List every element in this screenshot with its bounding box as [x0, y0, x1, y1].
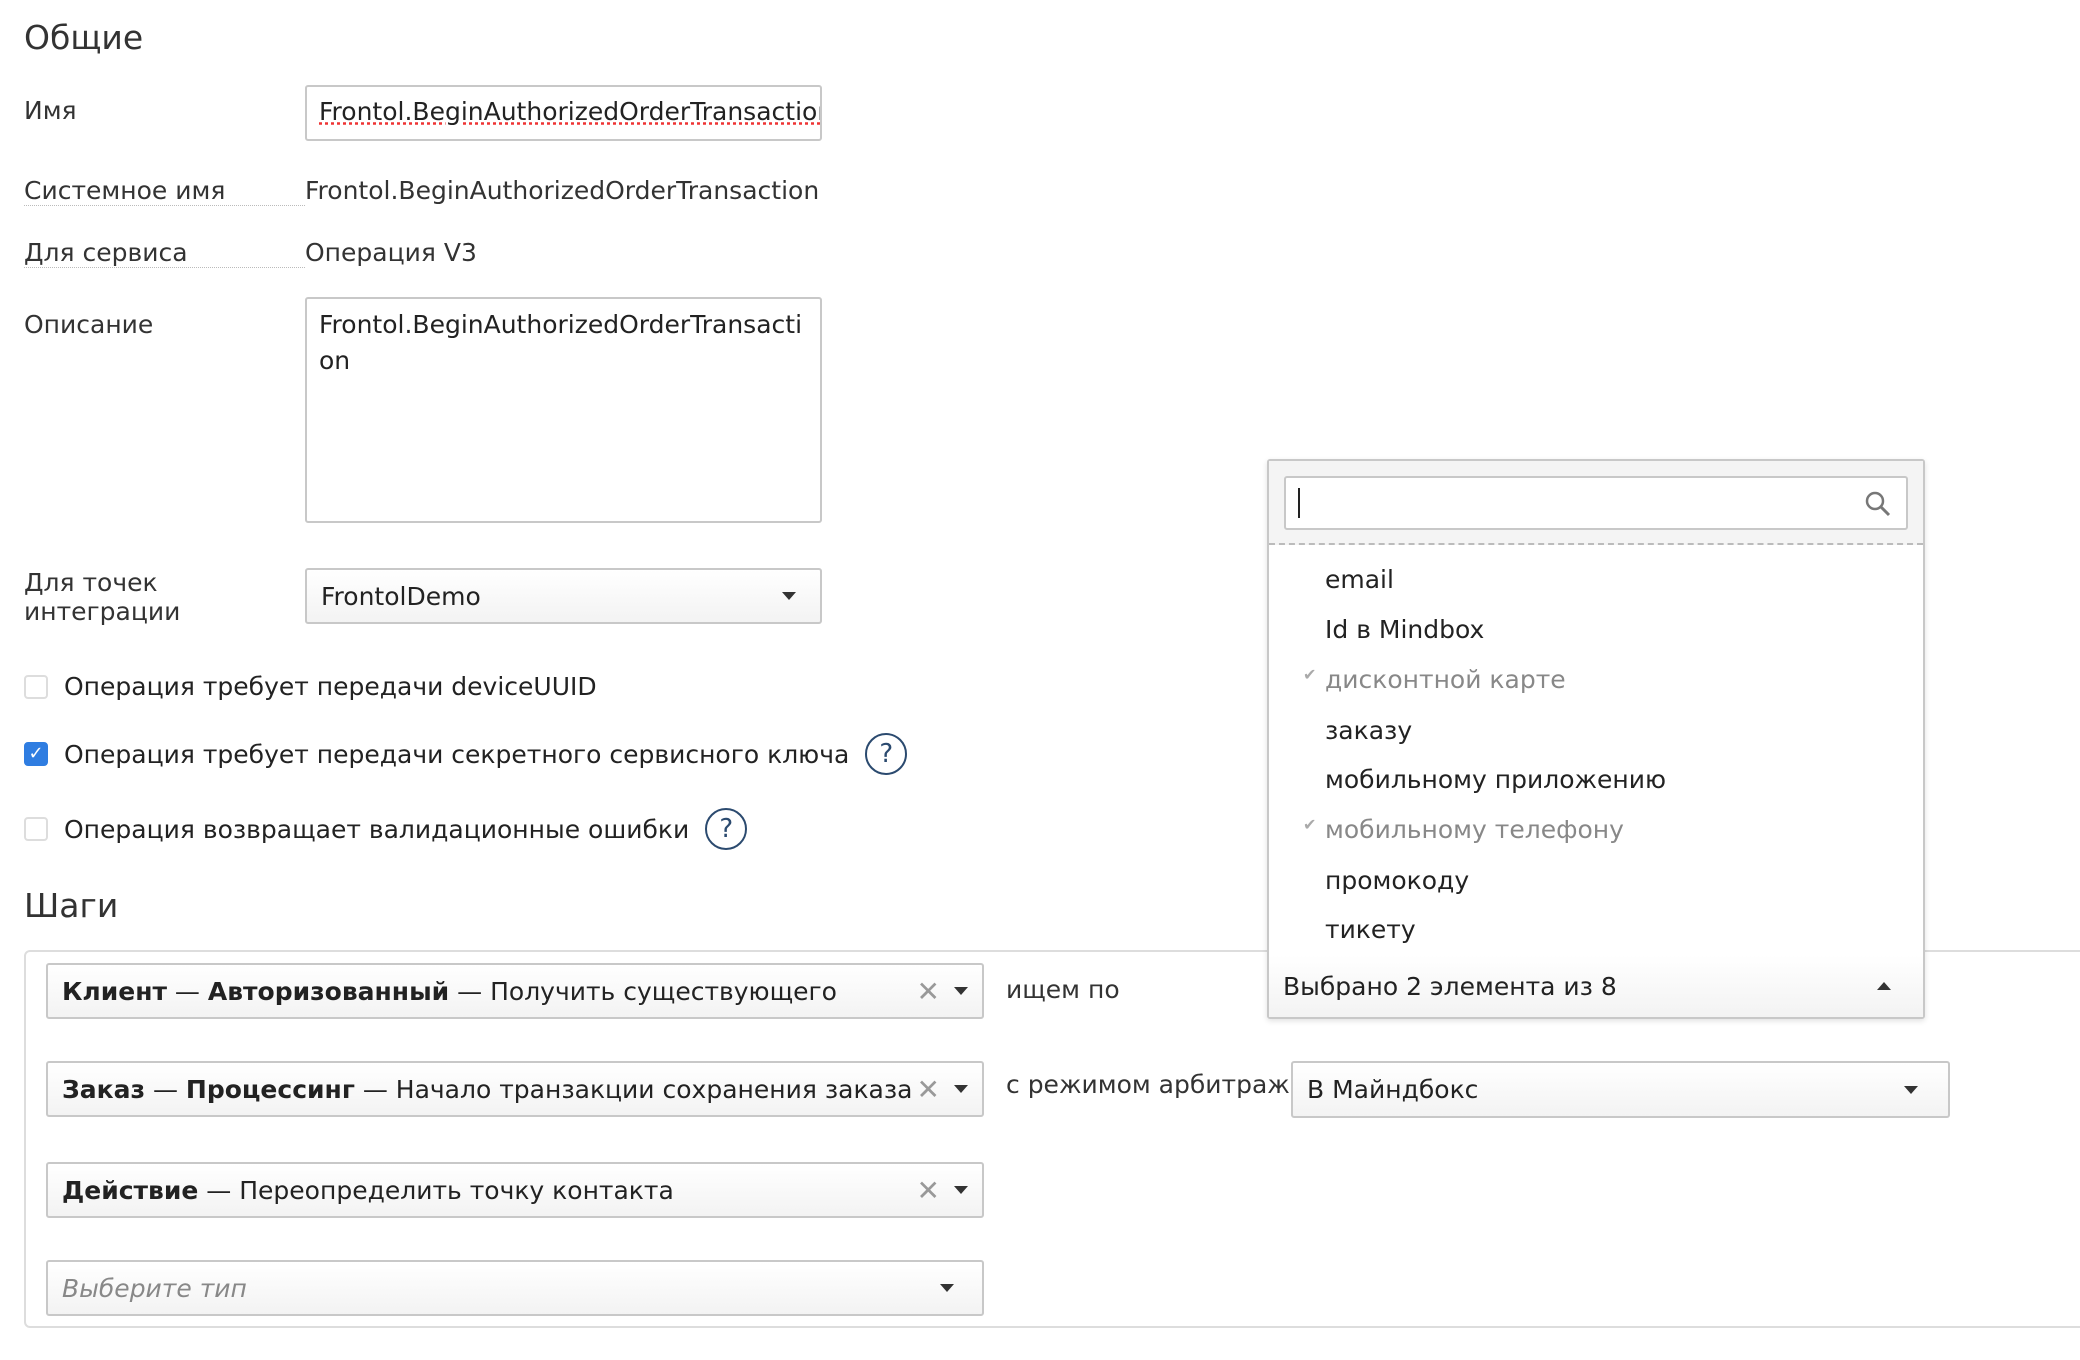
description-label: Описание [24, 310, 154, 339]
check-icon: ✔ [1303, 665, 1317, 684]
service-label-text: Для сервиса [24, 238, 188, 267]
checkbox-device-uuid[interactable]: Операция требует передачи deviceUUID [24, 672, 597, 701]
dropdown-options: email Id в Mindbox ✔ дисконтной карте зак… [1269, 545, 1923, 945]
option-mobile-app[interactable]: мобильному приложению [1325, 765, 1666, 794]
service-label: Для сервиса [24, 238, 305, 268]
option-mindbox-id[interactable]: Id в Mindbox [1325, 615, 1484, 644]
chevron-down-icon [782, 592, 796, 600]
checkbox-checked[interactable]: ✓ [24, 742, 48, 766]
option-ticket[interactable]: тикету [1325, 915, 1416, 944]
dropdown-summary: Выбрано 2 элемента из 8 [1283, 971, 1617, 1001]
integration-select[interactable]: FrontolDemo [305, 568, 822, 624]
clear-icon[interactable]: ✕ [917, 1174, 940, 1207]
integration-label: Для точек интеграции [24, 568, 181, 626]
checkbox[interactable] [24, 674, 48, 699]
checkbox-label: Операция требует передачи секретного сер… [64, 739, 850, 769]
chevron-down-icon [940, 1284, 954, 1292]
step-value: Действие — Переопределить точку контакта [62, 1175, 674, 1205]
option-mobile-phone[interactable]: ✔ мобильному телефону [1303, 815, 1624, 844]
section-title-steps: Шаги [24, 886, 119, 925]
help-icon[interactable]: ? [705, 808, 748, 850]
section-title-general: Общие [24, 18, 144, 57]
option-email[interactable]: email [1325, 565, 1394, 594]
arbitration-label: с режимом арбитража [1006, 1070, 1306, 1099]
clear-icon[interactable]: ✕ [917, 975, 940, 1008]
chevron-down-icon [1904, 1085, 1918, 1094]
clear-icon[interactable]: ✕ [917, 1073, 940, 1106]
step-value: Заказ — Процессинг — Начало транзакции с… [62, 1074, 913, 1104]
chevron-down-icon[interactable] [954, 1186, 968, 1194]
checkbox[interactable] [24, 817, 48, 841]
name-label: Имя [24, 96, 77, 125]
chevron-down-icon[interactable] [954, 987, 968, 995]
system-name-value: Frontol.BeginAuthorizedOrderTransaction [305, 176, 820, 205]
option-promocode[interactable]: промокоду [1325, 866, 1469, 895]
help-icon[interactable]: ? [865, 733, 908, 775]
step-value: Клиент — Авторизованный — Получить сущес… [62, 976, 837, 1006]
chevron-up-icon [1877, 982, 1891, 990]
checkbox-validation-errors[interactable]: Операция возвращает валидационные ошибки… [24, 808, 748, 850]
search-by-dropdown: email Id в Mindbox ✔ дисконтной карте зак… [1267, 459, 1925, 1019]
system-name-label-text: Системное имя [24, 176, 226, 205]
arbitration-select[interactable]: В Майндбокс [1291, 1061, 1950, 1118]
description-textarea[interactable]: Frontol.BeginAuthorizedOrderTransaction [305, 297, 822, 523]
step-select-3[interactable]: Действие — Переопределить точку контакта… [46, 1162, 984, 1218]
system-name-label: Системное имя [24, 176, 305, 206]
check-icon: ✔ [1303, 815, 1317, 834]
checkbox-label: Операция возвращает валидационные ошибки [64, 814, 690, 844]
chevron-down-icon[interactable] [954, 1085, 968, 1093]
checkbox-secret-key[interactable]: ✓ Операция требует передачи секретного се… [24, 733, 908, 775]
integration-select-value: FrontolDemo [321, 581, 481, 611]
search-by-label: ищем по [1006, 975, 1120, 1004]
text-cursor [1298, 488, 1300, 518]
step-select-2[interactable]: Заказ — Процессинг — Начало транзакции с… [46, 1061, 984, 1117]
option-order[interactable]: заказу [1325, 716, 1412, 745]
service-value: Операция V3 [305, 238, 477, 267]
option-discount-card[interactable]: ✔ дисконтной карте [1303, 665, 1566, 694]
name-input[interactable]: Frontol.BeginAuthorizedOrderTransaction [305, 85, 822, 141]
step-select-1[interactable]: Клиент — Авторизованный — Получить сущес… [46, 963, 984, 1019]
search-icon [1865, 491, 1891, 517]
name-input-value: Frontol.BeginAuthorizedOrderTransaction [319, 97, 822, 126]
arbitration-value: В Майндбокс [1307, 1075, 1479, 1104]
dropdown-search-input[interactable] [1284, 476, 1908, 530]
checkbox-label: Операция требует передачи deviceUUID [64, 672, 597, 701]
new-step-select[interactable]: Выберите тип [46, 1260, 984, 1316]
dropdown-summary-toggle[interactable]: Выбрано 2 элемента из 8 [1269, 955, 1923, 1017]
dropdown-search-area [1269, 461, 1923, 545]
new-step-placeholder: Выберите тип [62, 1273, 247, 1303]
